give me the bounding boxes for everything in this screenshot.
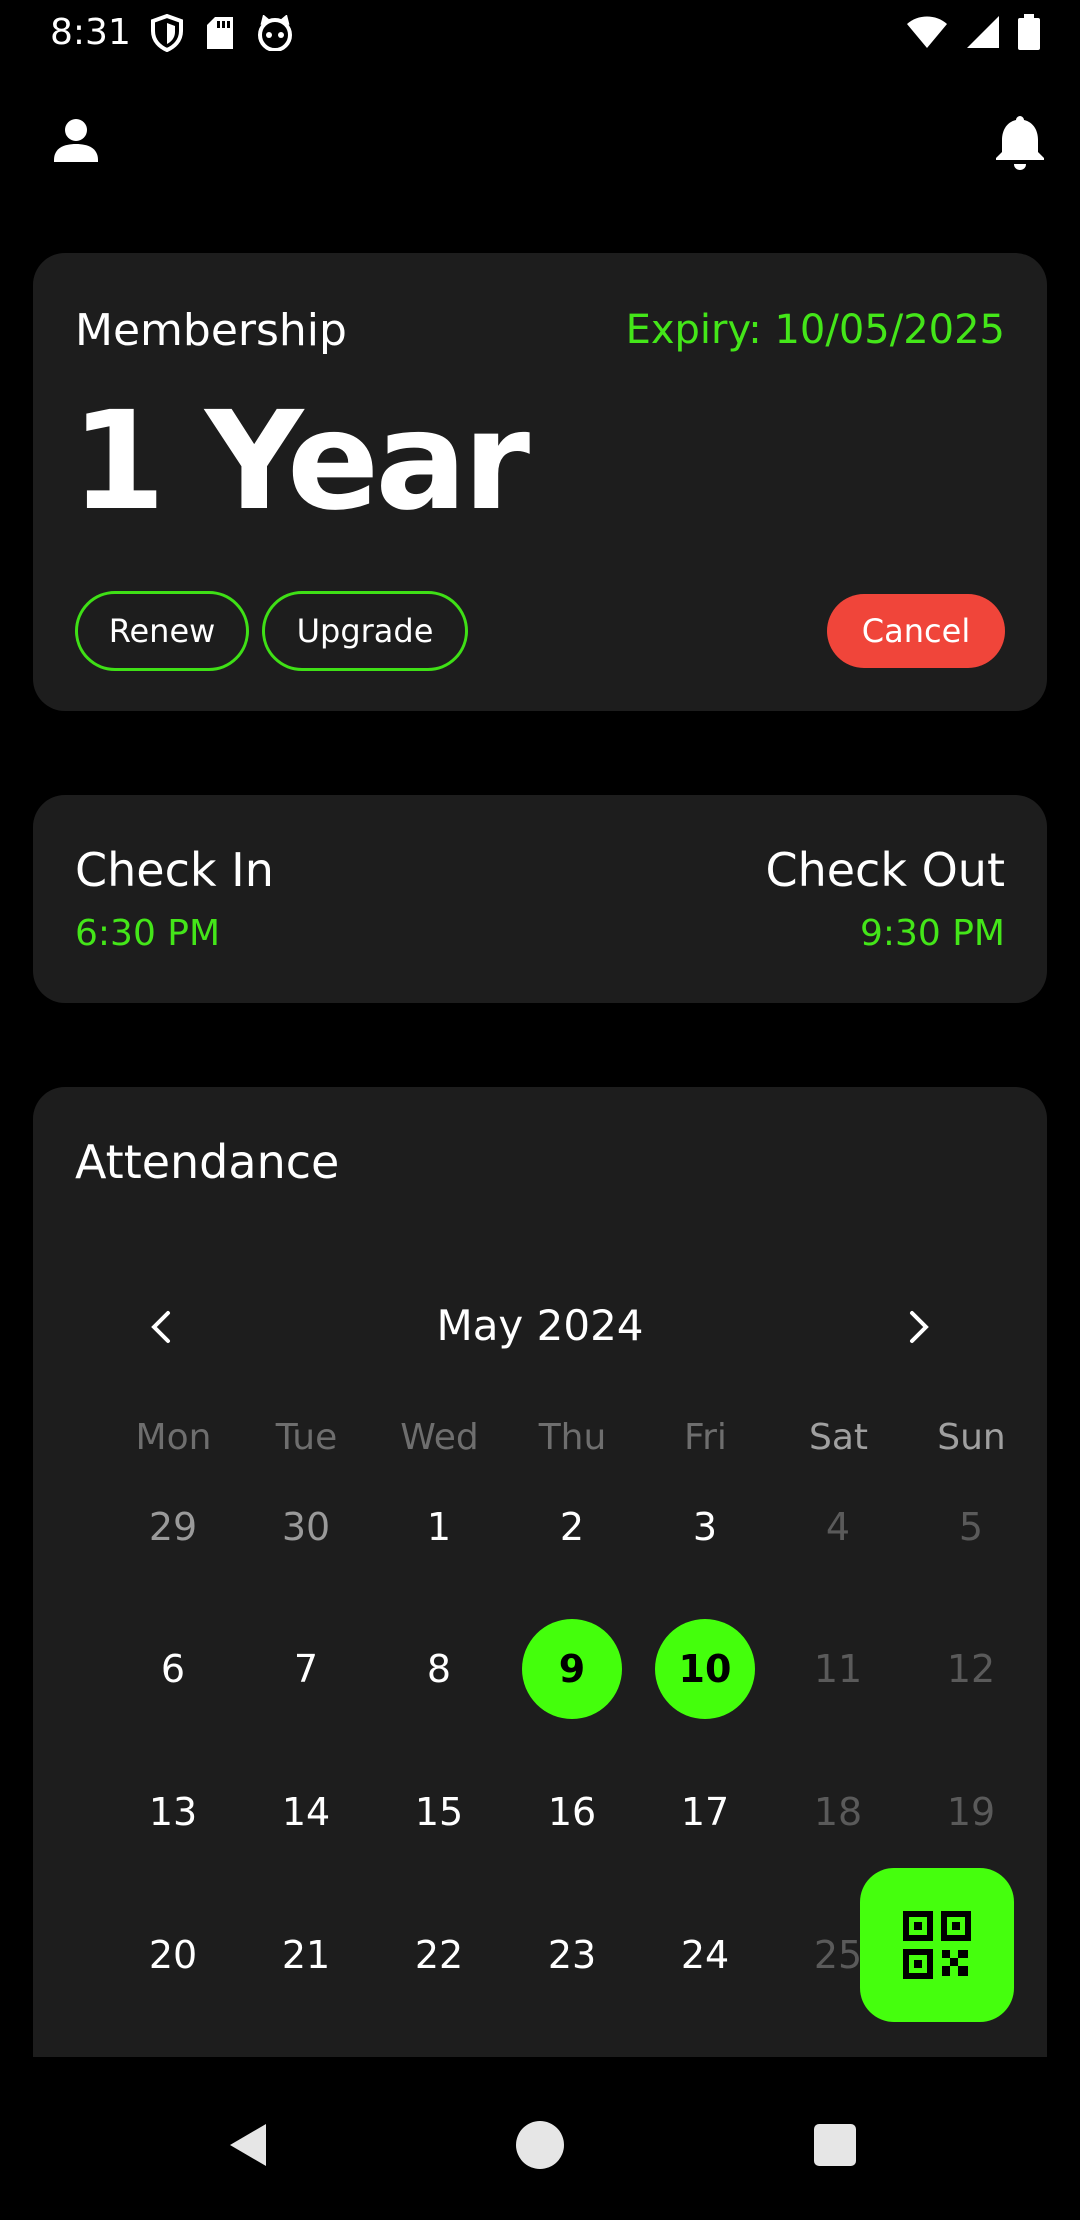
check-in-label: Check In xyxy=(75,843,274,897)
status-bar: 8:31 xyxy=(0,0,1080,66)
weekday-label: Thu xyxy=(538,1417,607,1458)
calendar-day[interactable]: 7 xyxy=(256,1619,356,1719)
calendar-day[interactable]: 1 xyxy=(389,1477,489,1577)
recents-icon[interactable] xyxy=(805,2115,865,2175)
calendar-day[interactable]: 6 xyxy=(123,1619,223,1719)
weekday-label: Sat xyxy=(808,1417,869,1458)
calendar-day[interactable]: 5 xyxy=(921,1477,1021,1577)
calendar-day[interactable]: 21 xyxy=(256,1905,356,2005)
calendar-day[interactable]: 17 xyxy=(655,1762,755,1862)
calendar-day[interactable]: 23 xyxy=(522,1905,622,2005)
profile-icon[interactable] xyxy=(48,112,108,172)
membership-title: Membership xyxy=(75,305,347,356)
calendar-day[interactable]: 14 xyxy=(256,1762,356,1862)
calendar-day[interactable]: 13 xyxy=(123,1762,223,1862)
calendar-day[interactable]: 12 xyxy=(921,1619,1021,1719)
calendar-day[interactable]: 3 xyxy=(655,1477,755,1577)
wifi-icon xyxy=(906,15,948,53)
calendar-day-selected[interactable]: 10 xyxy=(655,1619,755,1719)
calendar-day[interactable]: 19 xyxy=(921,1762,1021,1862)
weekday-label: Wed xyxy=(400,1417,479,1458)
calendar-day[interactable]: 24 xyxy=(655,1905,755,2005)
cat-face-icon xyxy=(256,14,294,55)
cancel-button[interactable]: Cancel xyxy=(827,594,1005,668)
calendar-day[interactable]: 30 xyxy=(256,1477,356,1577)
calendar-day[interactable]: 16 xyxy=(522,1762,622,1862)
check-times-card: Check In 6:30 PM Check Out 9:30 PM xyxy=(33,795,1047,1003)
signal-icon xyxy=(966,15,1000,53)
weekday-label: Fri xyxy=(684,1417,727,1458)
home-icon[interactable] xyxy=(510,2115,570,2175)
sd-card-icon xyxy=(206,16,234,54)
shield-icon xyxy=(150,13,184,56)
next-month-button[interactable] xyxy=(889,1297,949,1357)
check-out-label: Check Out xyxy=(765,843,1005,897)
calendar-day[interactable]: 8 xyxy=(389,1619,489,1719)
upgrade-button[interactable]: Upgrade xyxy=(262,591,468,671)
membership-expiry: Expiry: 10/05/2025 xyxy=(625,307,1005,353)
calendar-day[interactable]: 29 xyxy=(123,1477,223,1577)
status-time: 8:31 xyxy=(50,12,131,53)
calendar-day[interactable]: 18 xyxy=(788,1762,888,1862)
renew-button[interactable]: Renew xyxy=(75,591,249,671)
membership-plan: 1 Year xyxy=(71,383,530,541)
calendar-day[interactable]: 20 xyxy=(123,1905,223,2005)
bell-icon[interactable] xyxy=(992,112,1052,172)
back-icon[interactable] xyxy=(218,2115,278,2175)
scan-qr-button[interactable] xyxy=(860,1868,1014,2022)
calendar-day[interactable]: 4 xyxy=(788,1477,888,1577)
battery-icon xyxy=(1018,14,1040,54)
attendance-title: Attendance xyxy=(75,1135,340,1189)
calendar-day-selected[interactable]: 9 xyxy=(522,1619,622,1719)
calendar-day[interactable]: 22 xyxy=(389,1905,489,2005)
calendar-day[interactable]: 2 xyxy=(522,1477,622,1577)
calendar-day[interactable]: 15 xyxy=(389,1762,489,1862)
weekday-label: Mon xyxy=(135,1417,212,1458)
membership-card: Membership Expiry: 10/05/2025 1 Year Ren… xyxy=(33,253,1047,711)
check-in-time: 6:30 PM xyxy=(75,913,221,954)
qr-code-icon xyxy=(903,1911,971,1979)
chevron-right-icon xyxy=(910,1311,929,1343)
check-out-time: 9:30 PM xyxy=(859,913,1005,954)
calendar-day[interactable]: 11 xyxy=(788,1619,888,1719)
system-nav-bar xyxy=(0,2057,1080,2220)
weekday-label: Sun xyxy=(937,1417,1006,1458)
weekday-label: Tue xyxy=(275,1417,338,1458)
